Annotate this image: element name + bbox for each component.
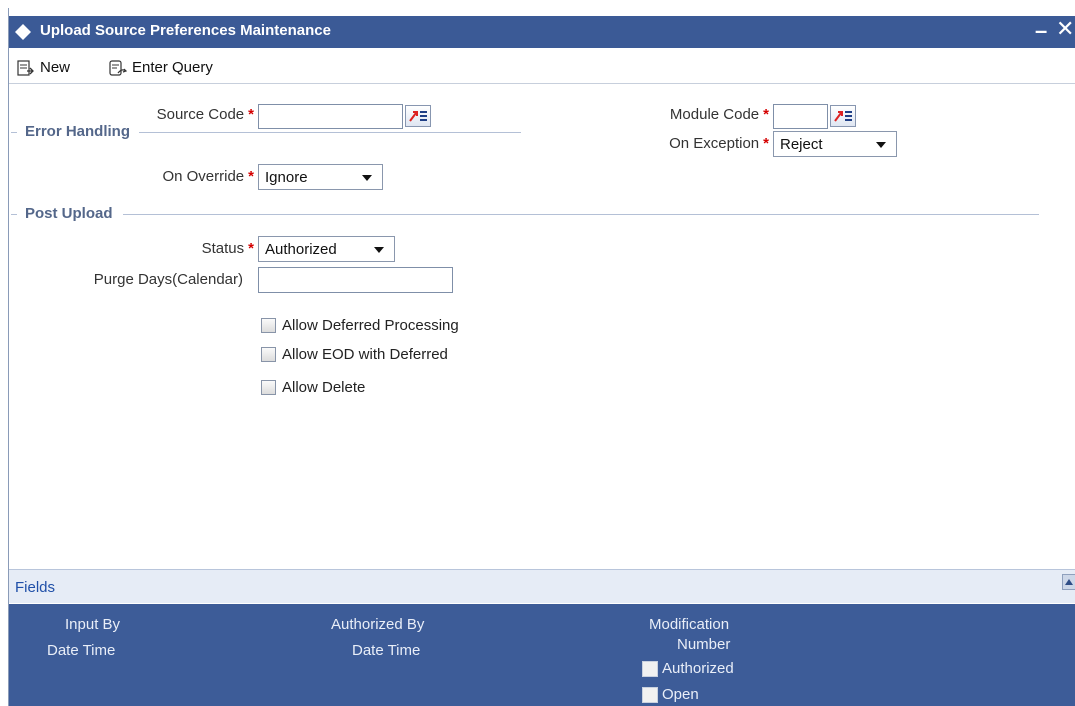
checkbox-box[interactable] xyxy=(261,347,276,362)
module-code-lov-button[interactable] xyxy=(830,105,856,127)
authorized-by-label: Authorized By xyxy=(331,616,425,633)
authorized-checkbox[interactable]: Authorized xyxy=(642,660,734,677)
required-marker: * xyxy=(763,135,769,152)
fields-link[interactable]: Fields xyxy=(15,579,55,596)
number-label: Number xyxy=(677,636,731,653)
enter-query-label: Enter Query xyxy=(132,59,213,76)
checkbox-box[interactable] xyxy=(261,380,276,395)
post-upload-divider xyxy=(123,214,1039,215)
section-dash xyxy=(11,132,17,133)
post-upload-section-title: Post Upload xyxy=(21,205,117,222)
source-code-label: Source Code * xyxy=(156,106,254,123)
title-bar: Upload Source Preferences Maintenance – … xyxy=(9,16,1075,48)
list-of-values-icon xyxy=(409,111,427,122)
purge-days-input[interactable] xyxy=(258,267,453,293)
new-record-icon xyxy=(17,59,34,76)
scroll-up-icon[interactable] xyxy=(1062,574,1075,590)
on-override-label: On Override * xyxy=(162,168,254,185)
checkbox-label: Allow Delete xyxy=(282,379,366,396)
required-marker: * xyxy=(248,168,254,185)
list-of-values-icon xyxy=(834,111,852,122)
minimize-button[interactable]: – xyxy=(1035,18,1047,44)
new-button-label: New xyxy=(40,59,71,76)
error-handling-divider xyxy=(139,132,521,133)
checkbox-label: Authorized xyxy=(662,660,734,677)
checkbox-label: Allow EOD with Deferred xyxy=(282,346,448,363)
source-code-input[interactable] xyxy=(258,104,403,129)
dropdown-arrow-icon xyxy=(876,142,886,148)
status-value: Authorized xyxy=(265,241,337,258)
open-checkbox[interactable]: Open xyxy=(642,686,699,703)
allow-eod-with-deferred-checkbox[interactable]: Allow EOD with Deferred xyxy=(261,346,448,363)
close-button[interactable]: ✕ xyxy=(1056,16,1074,42)
allow-delete-checkbox[interactable]: Allow Delete xyxy=(261,379,365,396)
allow-deferred-processing-checkbox[interactable]: Allow Deferred Processing xyxy=(261,317,459,334)
enter-query-button[interactable]: Enter Query xyxy=(109,59,213,76)
checkbox-box[interactable] xyxy=(642,660,658,677)
source-code-lov-button[interactable] xyxy=(405,105,431,127)
module-code-label: Module Code * xyxy=(669,106,769,123)
toolbar: New Enter Query xyxy=(9,50,1075,84)
on-exception-select[interactable]: Reject xyxy=(773,131,897,157)
on-exception-value: Reject xyxy=(780,136,823,153)
input-by-label: Input By xyxy=(65,616,121,633)
section-dash xyxy=(11,214,17,215)
status-select[interactable]: Authorized xyxy=(258,236,395,262)
window-title: Upload Source Preferences Maintenance xyxy=(40,22,331,39)
checkbox-label: Open xyxy=(662,686,699,703)
audit-footer: Input By Date Time Authorized By Date Ti… xyxy=(9,604,1075,706)
query-icon xyxy=(109,59,127,76)
required-marker: * xyxy=(248,240,254,257)
checkbox-box[interactable] xyxy=(642,686,658,703)
on-override-select[interactable]: Ignore xyxy=(258,164,383,190)
input-date-time-label: Date Time xyxy=(47,642,116,659)
checkbox-box[interactable] xyxy=(261,318,276,333)
authorized-date-time-label: Date Time xyxy=(352,642,421,659)
checkbox-label: Allow Deferred Processing xyxy=(282,317,459,334)
status-label: Status * xyxy=(201,240,254,257)
dropdown-arrow-icon xyxy=(362,175,372,181)
required-marker: * xyxy=(248,106,254,123)
error-handling-section-title: Error Handling xyxy=(21,123,135,140)
on-override-value: Ignore xyxy=(265,169,308,186)
required-marker: * xyxy=(763,106,769,123)
module-code-input[interactable] xyxy=(773,104,828,129)
purge-days-label: Purge Days(Calendar) xyxy=(93,271,243,288)
modification-label: Modification xyxy=(649,616,730,633)
on-exception-label: On Exception * xyxy=(669,135,769,152)
new-button[interactable]: New xyxy=(17,59,70,76)
main-window: Upload Source Preferences Maintenance – … xyxy=(8,8,1075,706)
fields-bar: Fields xyxy=(9,569,1075,603)
dropdown-arrow-icon xyxy=(374,247,384,253)
diamond-icon xyxy=(15,24,31,40)
